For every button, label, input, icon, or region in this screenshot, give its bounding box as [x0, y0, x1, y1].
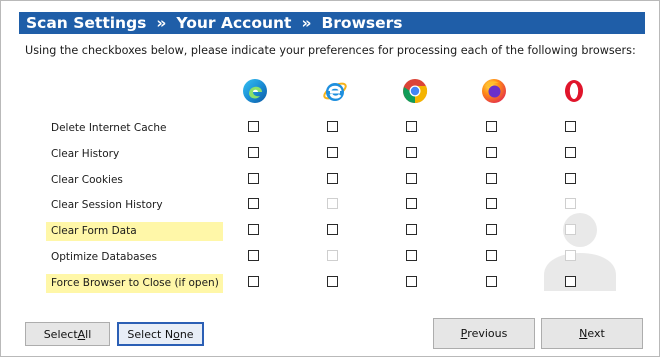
option-checkbox[interactable]	[327, 276, 338, 287]
option-label: Clear Session History	[51, 199, 163, 211]
breadcrumb-separator: »	[156, 14, 167, 32]
option-label: Force Browser to Close (if open)	[46, 274, 223, 293]
option-checkbox[interactable]	[406, 250, 417, 261]
button-label-accelerator: P	[460, 327, 468, 340]
option-checkbox[interactable]	[327, 173, 338, 184]
button-label: ne	[179, 327, 194, 341]
option-checkbox	[565, 250, 576, 261]
breadcrumb-header: Scan Settings » Your Account » Browsers	[19, 12, 645, 34]
select-none-button[interactable]: Select No ne	[117, 322, 204, 346]
option-checkbox[interactable]	[327, 147, 338, 158]
option-checkbox	[327, 198, 338, 209]
option-checkbox[interactable]	[406, 198, 417, 209]
option-checkbox[interactable]	[486, 250, 497, 261]
option-label: Delete Internet Cache	[51, 122, 167, 134]
next-button[interactable]: Next	[541, 318, 643, 349]
option-checkbox[interactable]	[565, 173, 576, 184]
chrome-icon	[403, 79, 428, 104]
option-checkbox[interactable]	[406, 173, 417, 184]
option-checkbox[interactable]	[406, 147, 417, 158]
option-checkbox[interactable]	[486, 276, 497, 287]
button-label: ext	[587, 327, 605, 340]
option-checkbox[interactable]	[565, 121, 576, 132]
button-label: Select	[43, 327, 78, 341]
button-label: ll	[85, 327, 92, 341]
button-label: revious	[467, 327, 508, 340]
previous-button[interactable]: Previous	[433, 318, 535, 349]
option-checkbox[interactable]	[248, 173, 259, 184]
option-checkbox	[565, 224, 576, 235]
breadcrumb-scan-settings: Scan Settings	[26, 14, 147, 32]
option-checkbox[interactable]	[248, 224, 259, 235]
instructions-text: Using the checkboxes below, please indic…	[25, 44, 636, 57]
option-label: Clear History	[51, 148, 120, 160]
option-checkbox	[327, 250, 338, 261]
button-label-accelerator: N	[579, 327, 588, 340]
option-checkbox[interactable]	[565, 147, 576, 158]
option-checkbox[interactable]	[486, 224, 497, 235]
edge-icon	[243, 79, 267, 103]
option-checkbox[interactable]	[406, 224, 417, 235]
firefox-icon	[482, 79, 506, 103]
option-checkbox[interactable]	[248, 121, 259, 132]
option-checkbox[interactable]	[248, 250, 259, 261]
option-label: Clear Form Data	[46, 222, 223, 241]
option-label: Optimize Databases	[51, 251, 157, 263]
button-label-accelerator: o	[173, 327, 180, 341]
option-checkbox[interactable]	[486, 121, 497, 132]
opera-icon	[565, 80, 583, 102]
button-label-accelerator: A	[77, 327, 86, 341]
breadcrumb-separator: »	[301, 14, 312, 32]
option-checkbox[interactable]	[486, 147, 497, 158]
option-checkbox[interactable]	[248, 198, 259, 209]
option-checkbox[interactable]	[486, 173, 497, 184]
breadcrumb-browsers: Browsers	[321, 14, 403, 32]
breadcrumb-your-account: Your Account	[176, 14, 292, 32]
option-checkbox	[565, 198, 576, 209]
internet-explorer-icon	[323, 82, 347, 101]
select-all-button[interactable]: Select All	[25, 322, 110, 346]
user-silhouette-watermark-icon	[544, 213, 616, 291]
option-checkbox[interactable]	[248, 147, 259, 158]
option-checkbox[interactable]	[406, 121, 417, 132]
option-checkbox[interactable]	[406, 276, 417, 287]
option-label: Clear Cookies	[51, 174, 123, 186]
option-checkbox[interactable]	[327, 224, 338, 235]
button-label: Select N	[127, 327, 174, 341]
option-checkbox[interactable]	[327, 121, 338, 132]
option-checkbox[interactable]	[486, 198, 497, 209]
option-checkbox[interactable]	[248, 276, 259, 287]
option-checkbox[interactable]	[565, 276, 576, 287]
